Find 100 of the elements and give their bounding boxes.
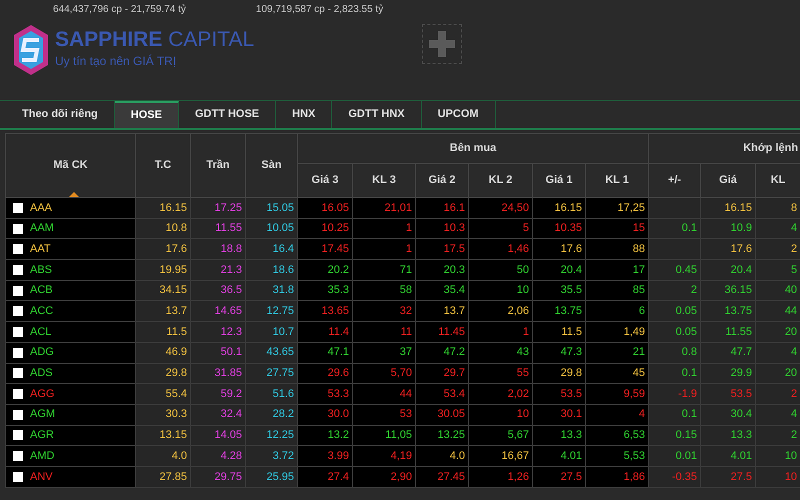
stock-symbol[interactable]: AGG	[30, 386, 54, 402]
table-cell: 10.7	[246, 322, 298, 342]
stock-symbol[interactable]: ADG	[30, 344, 54, 361]
column-header[interactable]: T.C	[136, 134, 190, 198]
column-header[interactable]: Giá 3	[298, 164, 352, 198]
table-cell: 1	[468, 322, 532, 342]
group-header: Khớp lệnh	[648, 134, 800, 164]
column-header[interactable]: KL 1	[586, 164, 649, 198]
table-cell: 5,70	[352, 363, 416, 384]
row-checkbox[interactable]	[13, 430, 23, 440]
table-cell: 55.4	[136, 384, 190, 404]
row-checkbox[interactable]	[13, 244, 23, 254]
table-cell: 13.65	[298, 300, 352, 322]
stock-symbol[interactable]: AAA	[30, 200, 52, 216]
stock-symbol[interactable]: ACL	[30, 324, 52, 340]
table-cell: 29.8	[136, 363, 190, 384]
table-cell: 4.0	[416, 446, 468, 466]
stock-symbol[interactable]: ACB	[30, 282, 53, 299]
table-cell: 53.5	[532, 384, 586, 404]
table-cell: 1,26	[468, 466, 532, 488]
table-cell: 30.05	[416, 404, 468, 426]
column-header[interactable]: Mã CK	[6, 134, 136, 198]
table-cell: 13.7	[416, 300, 468, 322]
column-header[interactable]: KL	[756, 164, 800, 198]
stock-symbol[interactable]: ACC	[30, 303, 54, 320]
table-cell: 4.01	[532, 446, 586, 466]
table-cell: 6	[586, 300, 649, 322]
table-cell: 27.85	[136, 466, 190, 488]
stock-symbol[interactable]: AMD	[30, 448, 54, 464]
table-cell: 16.1	[416, 198, 468, 218]
table-cell: 36.5	[190, 280, 246, 301]
row-checkbox[interactable]	[13, 202, 23, 213]
table-cell: 10	[468, 404, 532, 426]
column-header[interactable]: Giá 1	[532, 164, 586, 198]
table-cell: 16,67	[468, 446, 532, 466]
table-cell: 21,01	[352, 198, 416, 218]
column-header[interactable]: KL 2	[468, 164, 532, 198]
table-cell: 13.3	[700, 425, 756, 446]
column-header[interactable]: Sàn	[246, 134, 298, 198]
table-cell: 2	[756, 425, 800, 446]
table-cell: 27.4	[298, 466, 352, 488]
brand-tagline: Uy tín tạo nên GIÁ TRỊ	[55, 53, 178, 70]
table-cell: 31.85	[190, 363, 246, 384]
row-checkbox[interactable]	[13, 410, 23, 420]
row-checkbox[interactable]	[13, 286, 23, 296]
stock-symbol[interactable]: ANV	[30, 468, 53, 486]
row-checkbox[interactable]	[13, 389, 23, 400]
table-cell: 4	[756, 404, 800, 426]
table-cell: 10	[756, 466, 800, 488]
column-header[interactable]: KL 3	[352, 164, 416, 198]
stock-symbol[interactable]: AGR	[30, 427, 54, 444]
row-checkbox[interactable]	[13, 472, 23, 482]
column-header[interactable]: Giá 2	[416, 164, 468, 198]
table-cell: 29.8	[532, 363, 586, 384]
table-cell: 2,90	[352, 466, 416, 488]
table-cell: 27.5	[700, 466, 756, 488]
table-cell: 19.95	[136, 260, 190, 280]
table-cell: 11.5	[532, 322, 586, 342]
table-cell: 45	[586, 363, 649, 384]
market-tab[interactable]: HOSE	[114, 101, 179, 128]
table-cell: 16.4	[246, 238, 298, 260]
table-cell: 13.75	[532, 300, 586, 322]
table-cell: 53.5	[700, 384, 756, 404]
table-cell: 0.45	[648, 260, 701, 280]
stock-symbol[interactable]: AAT	[30, 240, 51, 258]
column-header[interactable]: Giá	[700, 164, 756, 198]
table-cell: 13.75	[700, 300, 756, 322]
stock-symbol[interactable]: AGM	[30, 406, 56, 423]
stock-symbol[interactable]: ADS	[30, 365, 53, 382]
table-cell: 4.01	[700, 446, 756, 466]
table-cell: 0.8	[648, 342, 701, 363]
row-checkbox[interactable]	[13, 326, 23, 337]
table-cell: 30.3	[136, 404, 190, 426]
table-cell: -1.9	[648, 384, 701, 404]
row-checkbox[interactable]	[13, 368, 23, 378]
volume-stat: 109,719,587 cp - 2,823.55 tỷ	[256, 2, 384, 16]
table-cell: 3.72	[246, 446, 298, 466]
column-header[interactable]: Trần	[190, 134, 246, 198]
row-checkbox[interactable]	[13, 306, 23, 316]
table-cell: 28.2	[246, 404, 298, 426]
row-checkbox[interactable]	[13, 224, 23, 234]
column-header[interactable]: +/-	[648, 164, 701, 198]
table-cell: 10.3	[416, 218, 468, 239]
table-cell: 21	[586, 342, 649, 363]
table-cell: 71	[352, 260, 416, 280]
table-cell: 2	[648, 280, 701, 301]
stock-symbol[interactable]: AAM	[30, 220, 54, 237]
row-checkbox[interactable]	[13, 264, 23, 275]
stock-symbol[interactable]: ABS	[30, 262, 52, 278]
table-cell: 13.7	[136, 300, 190, 322]
row-checkbox[interactable]	[13, 348, 23, 358]
row-checkbox[interactable]	[13, 451, 23, 462]
table-cell: 15	[586, 218, 649, 239]
table-cell: 47.7	[700, 342, 756, 363]
table-cell: 32.4	[190, 404, 246, 426]
table-cell: 21.3	[190, 260, 246, 280]
table-cell: 35.3	[298, 280, 352, 301]
table-cell: 50.1	[190, 342, 246, 363]
table-cell: 17.5	[416, 238, 468, 260]
table-cell: 10	[756, 446, 800, 466]
